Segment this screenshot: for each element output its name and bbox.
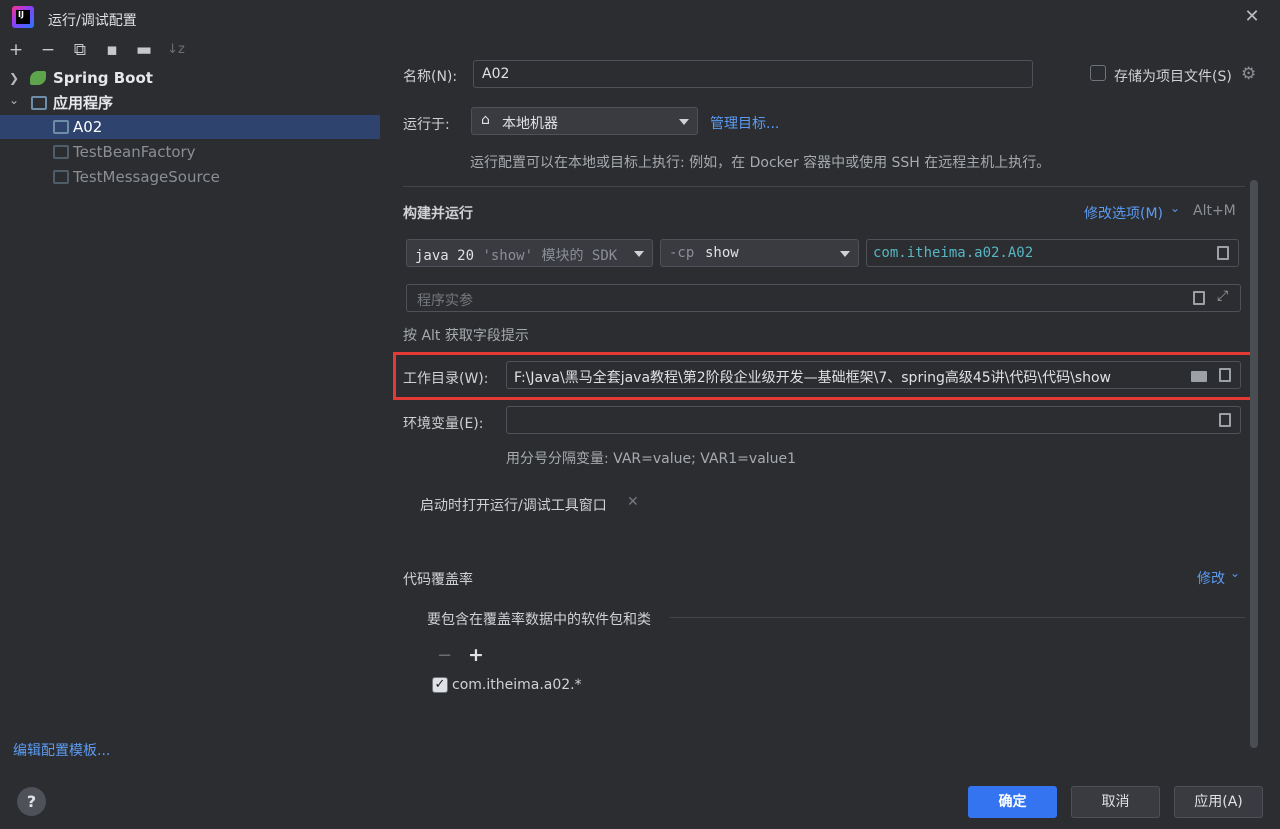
classpath-select[interactable]: -cp show — [660, 239, 859, 267]
form-scrollbar[interactable] — [1250, 180, 1258, 748]
document-icon[interactable] — [1217, 246, 1229, 260]
coverage-item-checkbox[interactable]: ✓ — [432, 677, 448, 693]
remove-icon[interactable]: − — [37, 39, 59, 61]
help-icon[interactable]: ? — [17, 787, 46, 816]
application-icon — [53, 145, 69, 159]
tree-group-spring-boot[interactable]: ❯ Spring Boot — [0, 66, 380, 90]
application-icon — [31, 96, 47, 110]
expand-icon[interactable]: ⤢ — [1217, 288, 1228, 304]
apply-button[interactable]: 应用(A) — [1174, 786, 1263, 818]
tree-item-testmessagesource[interactable]: TestMessageSource — [0, 165, 380, 189]
folder-add-icon[interactable]: ▬ — [133, 39, 155, 61]
copy-icon[interactable]: ⧉ — [69, 39, 91, 61]
run-on-hint: 运行配置可以在本地或目标上执行: 例如，在 Docker 容器中或使用 SSH … — [470, 155, 1051, 171]
modify-options-shortcut: Alt+M — [1193, 203, 1236, 219]
tree-item-label: TestBeanFactory — [73, 143, 196, 161]
tree-item-label: A02 — [73, 118, 103, 136]
coverage-section-title: 代码覆盖率 — [403, 572, 473, 588]
open-tool-window-option: 启动时打开运行/调试工具窗口 — [420, 498, 607, 514]
chevron-down-icon[interactable]: ⌄ — [9, 88, 19, 112]
tree-toolbar: + − ⧉ ▪ ▬ ↓z — [0, 36, 380, 64]
tree-item-a02[interactable]: A02 — [0, 115, 380, 139]
save-icon[interactable]: ▪ — [101, 39, 123, 61]
coverage-add-icon[interactable]: + — [468, 644, 484, 666]
name-value: A02 — [482, 66, 510, 82]
name-input[interactable]: A02 — [473, 60, 1033, 88]
chevron-down-icon[interactable]: ⌄ — [1170, 201, 1180, 215]
chevron-down-icon — [634, 251, 644, 257]
tree-item-testbeanfactory[interactable]: TestBeanFactory — [0, 140, 380, 164]
title-bar — [0, 0, 1280, 36]
document-icon[interactable] — [1219, 413, 1231, 427]
sort-icon[interactable]: ↓z — [165, 39, 187, 61]
program-args-placeholder: 程序实参 — [417, 293, 473, 309]
spring-boot-icon — [30, 71, 46, 85]
application-icon — [53, 170, 69, 184]
jdk-suffix: 模块的 SDK — [541, 248, 618, 264]
coverage-item-label: com.itheima.a02.* — [452, 677, 582, 693]
env-hint: 用分号分隔变量: VAR=value; VAR1=value1 — [506, 451, 797, 467]
close-icon[interactable]: ✕ — [1242, 7, 1262, 27]
coverage-remove-icon[interactable]: − — [437, 645, 452, 666]
cp-value: show — [705, 245, 739, 261]
build-run-section-title: 构建并运行 — [403, 206, 473, 222]
jdk-version: java 20 — [415, 248, 475, 264]
name-label: 名称(N): — [403, 69, 458, 85]
edit-templates-link[interactable]: 编辑配置模板... — [13, 740, 110, 760]
divider — [403, 186, 1245, 187]
manage-targets-link[interactable]: 管理目标... — [710, 113, 779, 133]
modify-options-link[interactable]: 修改选项(M) — [1084, 203, 1163, 223]
highlight-box — [393, 352, 1255, 400]
chevron-down-icon — [840, 251, 850, 257]
run-on-select[interactable]: ⌂ 本地机器 — [471, 107, 698, 135]
document-icon[interactable] — [1193, 291, 1205, 305]
program-args-input[interactable]: 程序实参 ⤢ — [406, 284, 1241, 312]
intellij-app-icon: IJ — [12, 6, 34, 28]
tree-group-label: Spring Boot — [53, 69, 153, 87]
add-icon[interactable]: + — [5, 39, 27, 61]
main-class-value: com.itheima.a02.A02 — [873, 245, 1034, 261]
divider — [670, 617, 1245, 618]
home-icon: ⌂ — [481, 112, 490, 128]
window-title: 运行/调试配置 — [48, 13, 137, 29]
main-class-input[interactable]: com.itheima.a02.A02 — [866, 239, 1239, 267]
env-input[interactable] — [506, 406, 1241, 434]
cp-prefix: -cp — [669, 245, 695, 261]
jdk-select[interactable]: java 20 'show' 模块的 SDK — [406, 239, 653, 267]
application-icon — [53, 120, 69, 134]
gear-icon[interactable]: ⚙ — [1241, 64, 1256, 84]
jdk-module: 'show' — [482, 248, 534, 264]
chevron-right-icon[interactable]: ❯ — [9, 66, 19, 90]
store-as-project-checkbox[interactable] — [1090, 65, 1106, 81]
run-on-value: 本地机器 — [502, 116, 558, 132]
tree-group-application[interactable]: ⌄ 应用程序 — [0, 91, 380, 115]
cancel-button[interactable]: 取消 — [1071, 786, 1160, 818]
tree-group-label: 应用程序 — [53, 94, 114, 112]
chevron-down-icon[interactable]: ⌄ — [1230, 566, 1240, 580]
chevron-down-icon — [679, 119, 689, 125]
alt-hint: 按 Alt 获取字段提示 — [403, 328, 529, 344]
coverage-include-label: 要包含在覆盖率数据中的软件包和类 — [427, 612, 651, 628]
run-on-label: 运行于: — [403, 117, 450, 133]
ok-button[interactable]: 确定 — [968, 786, 1057, 818]
tree-item-label: TestMessageSource — [73, 168, 220, 186]
env-label: 环境变量(E): — [403, 416, 484, 432]
store-as-project-label: 存储为项目文件(S) — [1114, 69, 1232, 85]
remove-option-icon[interactable]: ✕ — [627, 494, 639, 510]
coverage-modify-link[interactable]: 修改 — [1197, 568, 1225, 588]
